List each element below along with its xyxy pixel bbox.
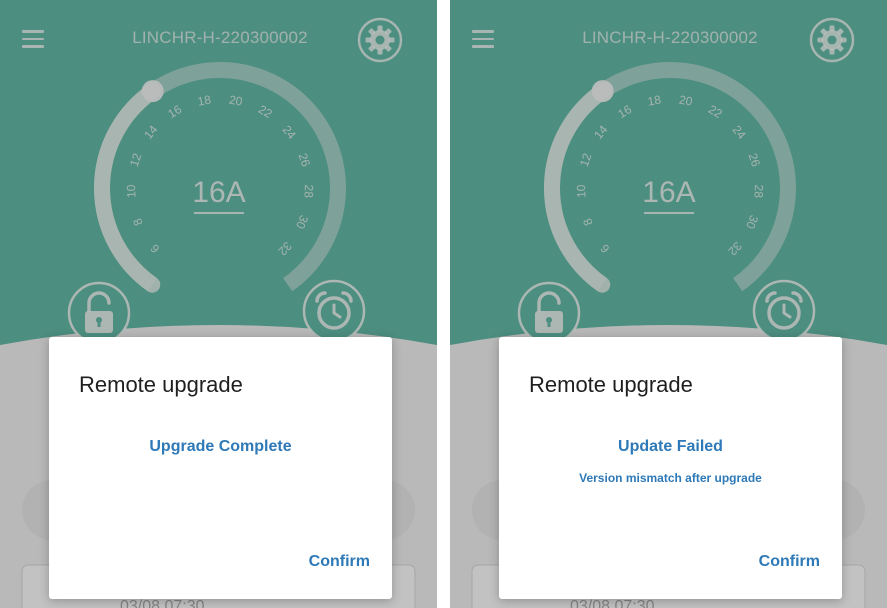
dialog-title: Remote upgrade xyxy=(79,372,243,397)
confirm-button[interactable]: Confirm xyxy=(309,553,370,571)
dialog-detail: Version mismatch after upgrade xyxy=(579,471,762,485)
phone-screen-right: 6 8 10 12 14 16 18 20 22 24 26 28 30 32 LINCHR-H-2203… xyxy=(450,0,887,608)
dialog-title: Remote upgrade xyxy=(529,372,693,397)
confirm-button[interactable]: Confirm xyxy=(759,553,820,571)
phone-screen-left: 6 8 10 12 14 16 18 20 22 24 26 28 30 32 LINCHR-H-2203… xyxy=(0,0,437,608)
dialog-message: Update Failed xyxy=(618,438,723,455)
remote-upgrade-dialog: Remote upgrade Update Failed Version mis… xyxy=(499,337,842,599)
remote-upgrade-dialog: Remote upgrade Upgrade Complete Confirm xyxy=(49,337,392,599)
dialog-message: Upgrade Complete xyxy=(149,438,292,455)
